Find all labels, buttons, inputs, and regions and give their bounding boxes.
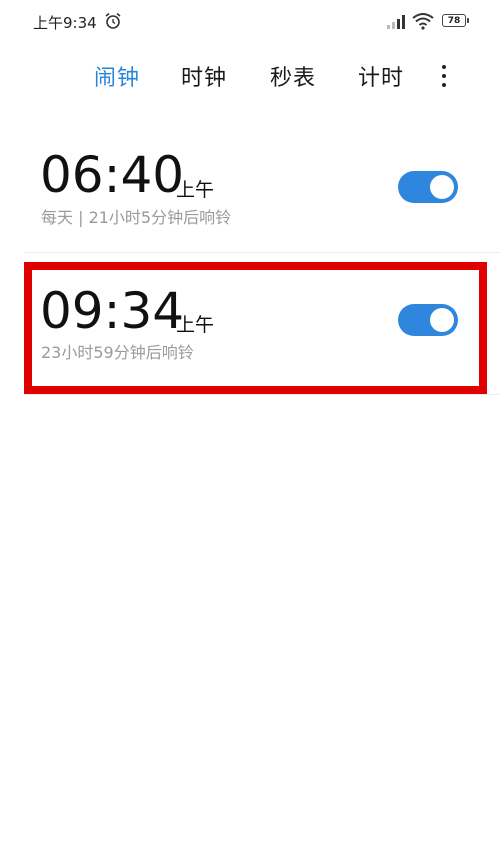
highlight-box [24, 262, 487, 394]
alarm-subtitle: 每天 | 21小时5分钟后响铃 [41, 208, 232, 227]
signal-icon [387, 15, 405, 29]
divider [24, 252, 500, 253]
alarm-toggle-0640[interactable] [398, 171, 458, 203]
status-bar: 上午9:34 78 [0, 0, 500, 44]
divider [24, 394, 500, 395]
alarm-period: 上午 [176, 179, 215, 201]
tab-timer[interactable]: 计时 [358, 60, 404, 92]
tab-bar: 闹钟 时钟 秒表 计时 [0, 52, 500, 98]
status-time: 上午9:34 [33, 14, 97, 32]
alarm-time: 06:40 [40, 146, 185, 204]
battery-level: 78 [447, 15, 461, 26]
tab-alarm[interactable]: 闹钟 [94, 60, 140, 92]
wifi-icon [412, 13, 434, 30]
toggle-knob [430, 175, 454, 199]
tab-clock[interactable]: 时钟 [181, 60, 227, 92]
more-options-icon[interactable] [434, 62, 454, 88]
tab-stopwatch[interactable]: 秒表 [270, 60, 316, 92]
battery-icon: 78 [442, 14, 469, 27]
alarm-clock-icon [105, 12, 121, 29]
alarm-item-0640[interactable]: 06:40 上午 每天 | 21小时5分钟后响铃 [0, 120, 500, 250]
